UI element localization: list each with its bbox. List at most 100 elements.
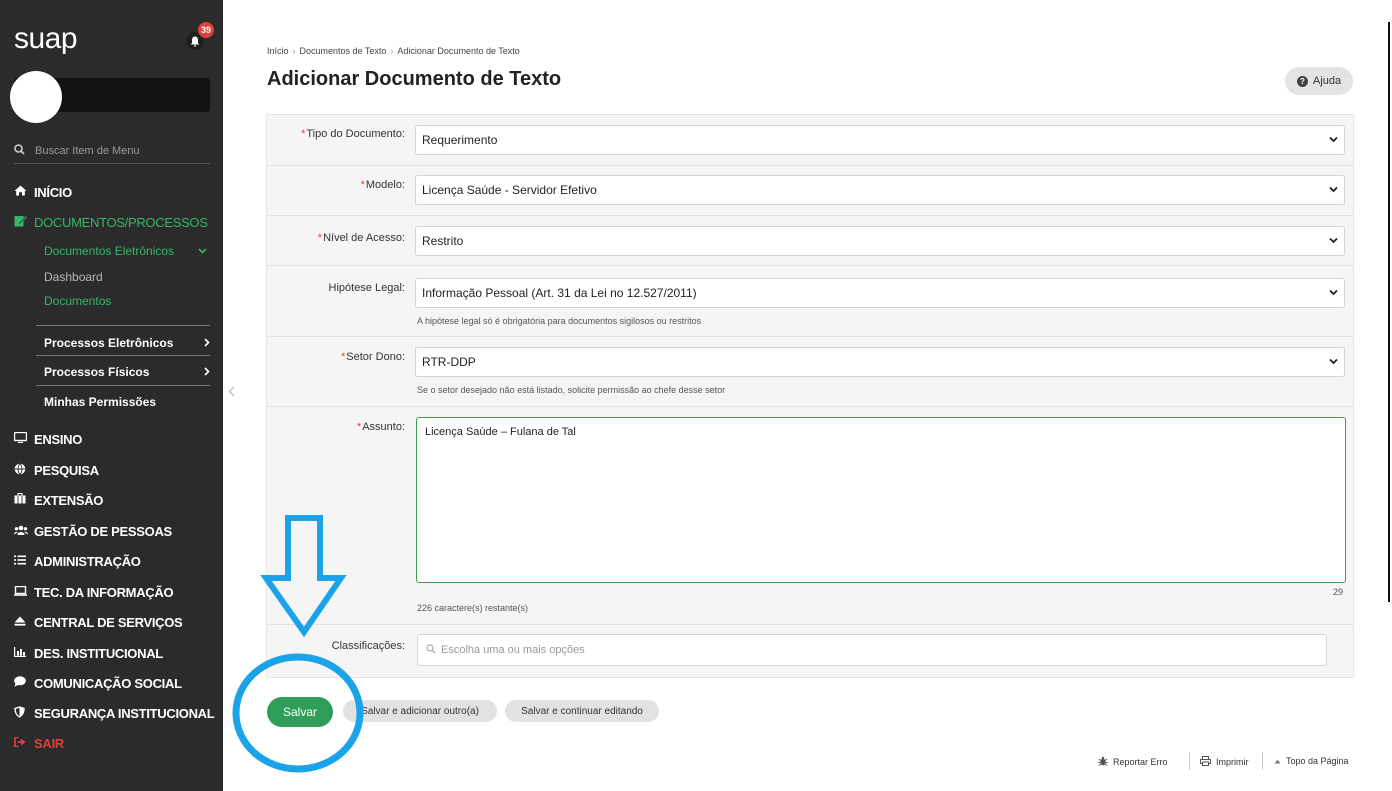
breadcrumb: Início › Documentos de Texto › Adicionar Doc… (267, 46, 520, 56)
report-error-label: Reportar Erro (1113, 757, 1168, 767)
sidebar-collapse-icon[interactable] (228, 386, 235, 400)
assunto-label: *Assunto: (356, 421, 405, 433)
form-row-setor: *Setor Dono: RTR-DDP Se o setor desejado… (267, 337, 1353, 407)
sidebar-item-des-institucional[interactable]: DES. INSTITUCIONAL (14, 642, 163, 664)
sidebar-divider (36, 355, 210, 356)
assunto-textarea[interactable]: Licença Saúde – Fulana de Tal (416, 417, 1346, 583)
footer-divider (1189, 752, 1190, 770)
back-to-top-label: Topo da Página (1286, 756, 1349, 766)
list-icon (14, 554, 30, 568)
briefcase-icon (14, 493, 30, 507)
hipotese-select[interactable]: Informação Pessoal (Art. 31 da Lei no 12… (415, 278, 1345, 308)
sidebar-item-comunicacao[interactable]: COMUNICAÇÃO SOCIAL (14, 672, 182, 694)
hipotese-label: Hipótese Legal: (328, 282, 405, 294)
sidebar-item-sair[interactable]: SAIR (14, 732, 64, 754)
sidebar-item-label: PESQUISA (34, 462, 99, 478)
sidebar-item-inicio[interactable]: INÍCIO (14, 181, 72, 203)
hipotese-help-text: A hipótese legal só é obrigatória para d… (417, 316, 702, 326)
home-icon (14, 185, 30, 199)
search-icon (14, 143, 25, 158)
sidebar-sub-dashboard[interactable]: Dashboard (44, 268, 103, 286)
classificacoes-label: Classificações: (331, 640, 405, 652)
sidebar-item-label: INÍCIO (34, 184, 72, 200)
notification-badge: 39 (198, 22, 214, 38)
eject-icon (14, 615, 30, 629)
sidebar-item-administracao[interactable]: ADMINISTRAÇÃO (14, 550, 141, 572)
save-continue-button[interactable]: Salvar e continuar editando (505, 700, 659, 722)
chevron-right-icon (204, 365, 210, 379)
suap-logo[interactable]: suap (14, 22, 78, 56)
bar-chart-icon (14, 646, 30, 660)
form-row-classificacoes: Classificações: Escolha uma ou mais opçõ… (267, 625, 1353, 677)
sidebar-sub-minhas-permissoes[interactable]: Minhas Permissões (44, 393, 210, 411)
question-icon: ? (1296, 75, 1308, 87)
sidebar-item-documentos[interactable]: DOCUMENTOS/PROCESSOS (14, 211, 208, 233)
classificacoes-input[interactable]: Escolha uma ou mais opções (417, 634, 1327, 666)
sidebar-sub-documentos[interactable]: Documentos (44, 292, 111, 310)
shield-icon (14, 705, 30, 721)
report-error-link[interactable]: Reportar Erro (1098, 756, 1168, 768)
form-row-hipotese: Hipótese Legal: Informação Pessoal (Art.… (267, 266, 1353, 337)
help-label: Ajuda (1312, 75, 1342, 87)
print-icon (1200, 756, 1211, 768)
menu-search-input[interactable]: Buscar Item de Menu (14, 138, 210, 164)
sidebar-sub-label: Processos Físicos (44, 365, 150, 379)
caret-up-icon (1274, 756, 1281, 766)
modelo-label: *Modelo: (360, 179, 405, 191)
assunto-char-count: 29 (1332, 587, 1343, 597)
chevron-down-icon (1329, 287, 1338, 299)
globe-icon (14, 462, 30, 478)
window-edge (1388, 22, 1390, 602)
sidebar-sub-processos-eletronicos[interactable]: Processos Eletrônicos (44, 334, 210, 352)
sidebar-item-central-servicos[interactable]: CENTRAL DE SERVIÇOS (14, 611, 183, 633)
help-button[interactable]: ? Ajuda (1285, 67, 1353, 95)
chevron-down-icon (198, 246, 207, 257)
sidebar-item-seguranca[interactable]: SEGURANÇA INSTITUCIONAL (14, 702, 215, 724)
sidebar-item-ensino[interactable]: ENSINO (13, 428, 83, 450)
users-icon (14, 524, 30, 538)
sidebar-item-label: ENSINO (34, 431, 83, 447)
sidebar-item-gestao-pessoas[interactable]: GESTÃO DE PESSOAS (14, 520, 172, 542)
nivel-label: *Nível de Acesso: (317, 232, 405, 244)
bug-icon (1098, 756, 1108, 768)
form-row-modelo: *Modelo: Licença Saúde - Servidor Efetiv… (267, 166, 1353, 216)
setor-select[interactable]: RTR-DDP (415, 347, 1345, 377)
sidebar-item-label: SAIR (34, 735, 64, 751)
tipo-select[interactable]: Requerimento (415, 125, 1345, 155)
sign-out-icon (14, 736, 30, 750)
sidebar-item-tec-informacao[interactable]: TEC. DA INFORMAÇÃO (14, 581, 174, 603)
chevron-down-icon (1329, 134, 1338, 146)
sidebar-item-extensao[interactable]: EXTENSÃO (14, 489, 103, 511)
sidebar-divider (36, 325, 210, 326)
nivel-select[interactable]: Restrito (415, 226, 1345, 256)
form-row-assunto: *Assunto: Licença Saúde – Fulana de Tal … (267, 407, 1353, 625)
save-button[interactable]: Salvar (267, 697, 333, 727)
laptop-icon (14, 585, 30, 599)
sidebar-item-label: SEGURANÇA INSTITUCIONAL (34, 705, 215, 721)
setor-select-value: RTR-DDP (422, 355, 476, 369)
back-to-top-link[interactable]: Topo da Página (1274, 756, 1349, 766)
print-link[interactable]: Imprimir (1200, 756, 1249, 768)
sidebar-item-pesquisa[interactable]: PESQUISA (14, 459, 99, 481)
sidebar-item-label: DES. INSTITUCIONAL (34, 645, 163, 661)
document-form: *Tipo do Documento: Requerimento *Modelo… (266, 114, 1354, 678)
save-add-another-button[interactable]: Salvar e adicionar outro(a) (343, 700, 497, 722)
sidebar-item-label: GESTÃO DE PESSOAS (34, 523, 172, 539)
breadcrumb-link-inicio[interactable]: Início (267, 46, 289, 56)
breadcrumb-link-documentos[interactable]: Documentos de Texto (300, 46, 387, 56)
modelo-select-value: Licença Saúde - Servidor Efetivo (422, 183, 597, 197)
sidebar-item-label: CENTRAL DE SERVIÇOS (34, 614, 183, 630)
sidebar-sub-processos-fisicos[interactable]: Processos Físicos (44, 363, 210, 381)
chalkboard-icon (13, 431, 30, 446)
sidebar-item-label: EXTENSÃO (34, 492, 104, 508)
avatar[interactable] (10, 71, 62, 123)
form-row-nivel: *Nível de Acesso: Restrito (267, 216, 1353, 266)
page-title: Adicionar Documento de Texto (267, 68, 562, 90)
breadcrumb-separator: › (390, 46, 394, 56)
modelo-select[interactable]: Licença Saúde - Servidor Efetivo (415, 175, 1345, 205)
breadcrumb-current: Adicionar Documento de Texto (397, 46, 520, 56)
setor-label: *Setor Dono: (341, 351, 405, 363)
hipotese-select-value: Informação Pessoal (Art. 31 da Lei no 12… (422, 286, 697, 300)
sidebar-sub-label: Minhas Permissões (44, 395, 157, 409)
sidebar-sub-documentos-eletronicos[interactable]: Documentos Eletrônicos (44, 242, 210, 260)
